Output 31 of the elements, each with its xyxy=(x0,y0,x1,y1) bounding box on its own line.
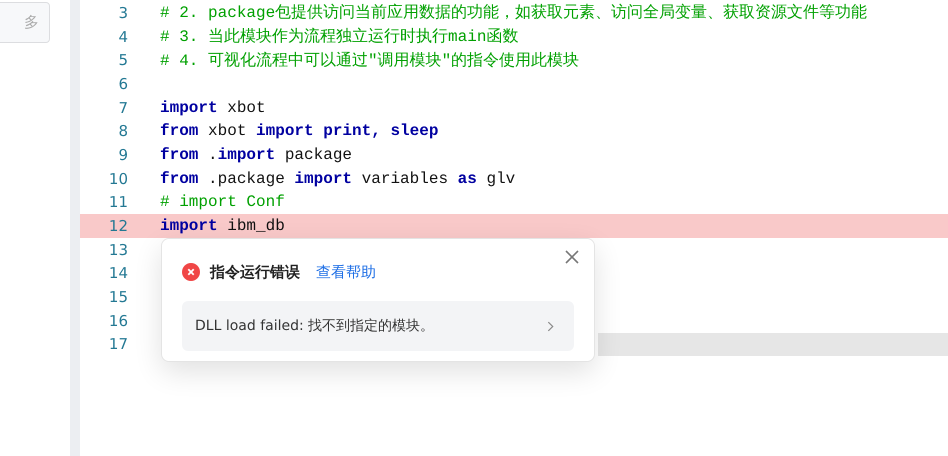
popup-title: 指令运行错误 xyxy=(210,262,300,282)
line-number: 6 xyxy=(117,74,128,93)
error-message-row[interactable]: DLL load failed: 找不到指定的模块。 xyxy=(182,301,574,351)
close-icon[interactable] xyxy=(565,250,579,264)
line-number: 10 xyxy=(108,170,128,188)
line-number: 15 xyxy=(108,288,128,306)
code-line: # 2. package包提供访问当前应用数据的功能，如获取元素、访问全局变量、获取资源文件等功能 xyxy=(160,2,868,24)
code-line: from .import package xyxy=(160,146,352,164)
error-icon xyxy=(182,263,200,281)
code-line: from .package import variables as glv xyxy=(160,170,516,188)
code-line: from xbot import print, sleep xyxy=(160,122,438,140)
line-number: 12 xyxy=(108,217,128,236)
line-number: 8 xyxy=(117,122,128,140)
line-number: 17 xyxy=(108,335,128,354)
help-link[interactable]: 查看帮助 xyxy=(316,262,376,282)
line-number: 5 xyxy=(117,51,128,70)
code-line: # import Conf xyxy=(160,193,285,212)
error-message: DLL load failed: 找不到指定的模块。 xyxy=(195,317,434,335)
line-number: 16 xyxy=(108,312,128,330)
line-number: 9 xyxy=(117,146,128,164)
line-number: 3 xyxy=(117,4,128,22)
line-number: 14 xyxy=(108,264,128,282)
code-line: # 3. 当此模块作为流程独立运行时执行main函数 xyxy=(160,26,518,48)
code-line: import xbot xyxy=(160,98,266,117)
code-line: # 4. 可视化流程中可以通过"调用模块"的指令使用此模块 xyxy=(160,50,580,71)
line-number: 7 xyxy=(117,98,128,117)
line-number: 11 xyxy=(108,193,128,212)
line-number: 13 xyxy=(108,240,128,259)
line-number: 4 xyxy=(117,28,128,46)
code-line: import ibm_db xyxy=(160,217,285,236)
chevron-right-icon xyxy=(547,320,554,332)
